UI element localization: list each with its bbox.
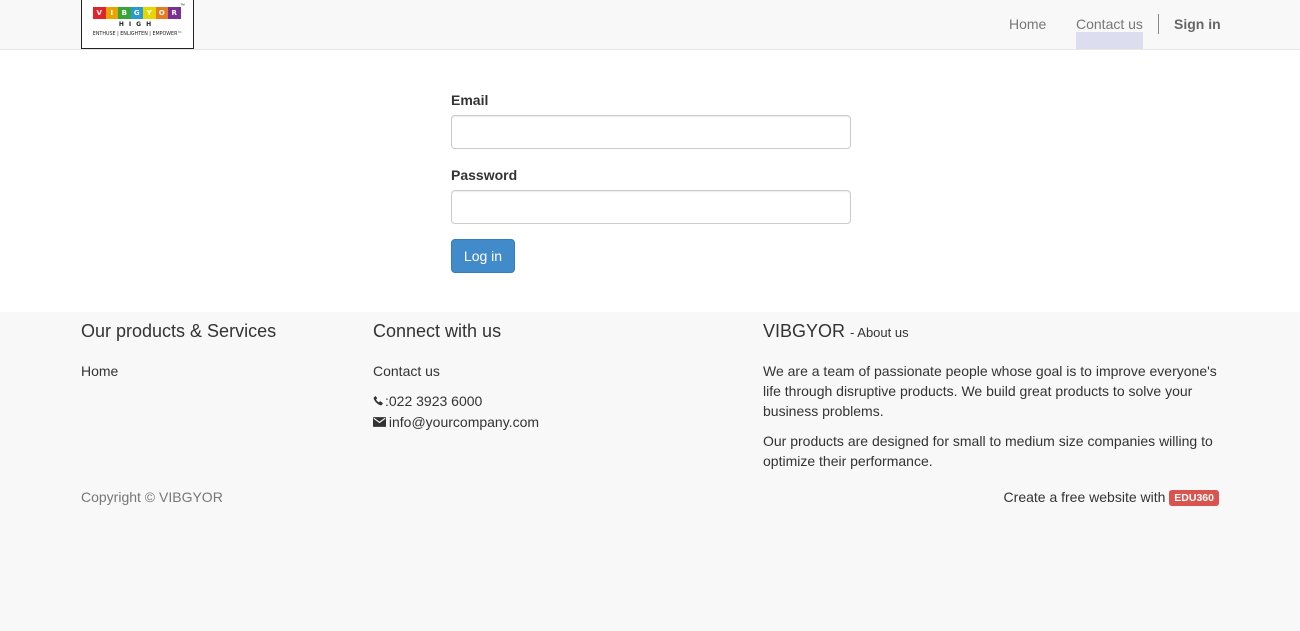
logo-letter: R — [168, 7, 181, 19]
envelope-icon — [373, 413, 386, 433]
logo-letter: B — [118, 7, 131, 19]
footer-about-column: VIBGYOR - About us We are a team of pass… — [763, 321, 1223, 471]
footer-about-paragraph-2: Our products are designed for small to m… — [763, 433, 1213, 469]
email-field[interactable] — [451, 115, 851, 149]
logo-trademark: ™ — [180, 3, 185, 9]
logo-subtitle: HIGH — [118, 21, 157, 28]
footer-products-title: Our products & Services — [81, 321, 277, 341]
footer-brand: VIBGYOR — [763, 321, 846, 341]
footer-phone-number: :022 3923 6000 — [385, 393, 483, 409]
footer-connect-title: Connect with us — [373, 321, 502, 341]
sign-in-link[interactable]: Sign in — [1174, 16, 1221, 32]
logo-color-bars: VIBGYOR — [93, 7, 181, 19]
phone-icon — [373, 392, 385, 412]
navbar: VIBGYOR ™ HIGH ENTHUSE | ENLIGHTEN | EMP… — [0, 0, 1300, 50]
nav-contact-link[interactable]: Contact us — [1076, 16, 1143, 32]
logo-tagline: ENTHUSE | ENLIGHTEN | EMPOWER™ — [92, 32, 183, 37]
logo[interactable]: VIBGYOR ™ HIGH ENTHUSE | ENLIGHTEN | EMP… — [81, 0, 194, 49]
footer: Our products & Services Home Connect wit… — [0, 312, 1300, 631]
nav-home-link[interactable]: Home — [1009, 16, 1046, 32]
password-label: Password — [451, 167, 518, 183]
logo-letter: V — [93, 7, 106, 19]
login-button[interactable]: Log in — [451, 239, 515, 273]
logo-letter: O — [155, 7, 168, 19]
powered-by-text: Create a free website with — [1003, 489, 1166, 505]
footer-about-title: VIBGYOR - About us — [763, 321, 1223, 341]
powered-by: Create a free website with EDU360 — [1004, 489, 1219, 506]
footer-contact-link[interactable]: Contact us — [373, 363, 440, 379]
footer-about-subtitle: - About us — [850, 325, 909, 340]
footer-email-link[interactable]: info@yourcompany.com — [389, 414, 539, 430]
footer-home-link[interactable]: Home — [81, 363, 118, 379]
login-form: Email Password Log in — [451, 92, 851, 273]
copyright-text: Copyright © VIBGYOR — [81, 489, 223, 505]
logo-letter: Y — [143, 7, 156, 19]
footer-about-paragraph-1: We are a team of passionate people whose… — [763, 363, 1217, 419]
footer-email: info@yourcompany.com — [373, 412, 539, 433]
password-field[interactable] — [451, 190, 851, 224]
login-section: Email Password Log in — [0, 50, 1300, 312]
footer-phone: :022 3923 6000 — [373, 391, 539, 412]
logo-letter: G — [130, 7, 143, 19]
nav-contact-highlight — [1076, 32, 1143, 49]
nav-divider — [1158, 14, 1159, 34]
footer-connect-column: Connect with us Contact us :022 3923 600… — [373, 321, 539, 433]
edu360-badge[interactable]: EDU360 — [1169, 490, 1219, 506]
logo-letter: I — [105, 7, 118, 19]
footer-products-column: Our products & Services Home — [81, 321, 276, 381]
email-label: Email — [451, 92, 489, 108]
